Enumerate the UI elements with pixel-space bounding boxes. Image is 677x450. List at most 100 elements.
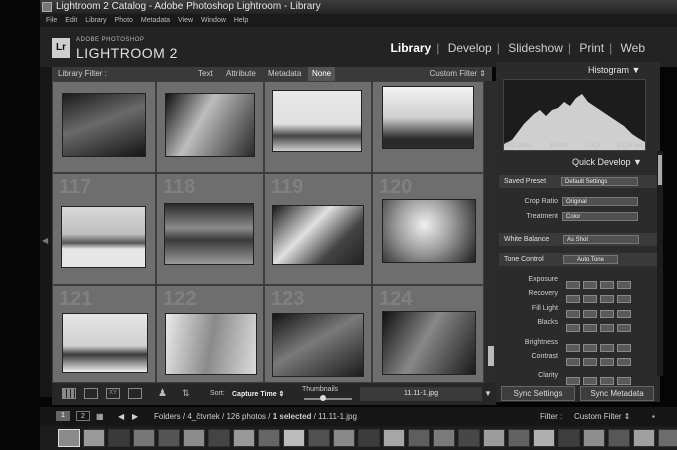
- custom-filter-dropdown[interactable]: Custom Filter ⇕: [430, 67, 487, 81]
- photo-thumbnail[interactable]: [166, 314, 256, 374]
- page-1-button[interactable]: 1: [56, 411, 70, 421]
- filmstrip-thumb[interactable]: [333, 429, 355, 447]
- photo-thumbnail[interactable]: [383, 200, 475, 262]
- grid-view-icon[interactable]: [62, 388, 76, 399]
- sync-settings-button[interactable]: Sync Settings: [501, 386, 575, 401]
- filmstrip-thumb[interactable]: [508, 429, 530, 447]
- thumbnail-size-knob[interactable]: [320, 395, 326, 401]
- photo-thumbnail[interactable]: [63, 94, 145, 156]
- filter-text[interactable]: Text: [198, 67, 213, 81]
- filmstrip-thumb[interactable]: [358, 429, 380, 447]
- grid-cell[interactable]: 122: [156, 285, 264, 383]
- menu-help[interactable]: Help: [234, 17, 248, 24]
- loupe-view-icon[interactable]: [84, 388, 98, 399]
- module-slideshow[interactable]: Slideshow: [508, 41, 563, 55]
- filmstrip-thumb[interactable]: [183, 429, 205, 447]
- grid-scrollbar[interactable]: [484, 81, 496, 383]
- module-develop[interactable]: Develop: [448, 41, 492, 55]
- filmstrip-thumb[interactable]: [608, 429, 630, 447]
- filmstrip-thumb[interactable]: [533, 429, 555, 447]
- menu-library[interactable]: Library: [85, 17, 106, 24]
- filmstrip-thumb[interactable]: [83, 429, 105, 447]
- photo-thumbnail[interactable]: [63, 314, 147, 372]
- photo-thumbnail[interactable]: [273, 91, 361, 151]
- photo-thumbnail[interactable]: [166, 94, 254, 156]
- grid-mode-icon[interactable]: ▦: [96, 407, 104, 426]
- recovery-buttons[interactable]: [566, 290, 634, 303]
- saved-preset-dropdown[interactable]: Default Settings: [561, 177, 638, 186]
- contrast-buttons[interactable]: [566, 353, 634, 366]
- filter-metadata[interactable]: Metadata: [268, 67, 301, 81]
- grid-cell[interactable]: 117: [52, 173, 156, 285]
- menu-window[interactable]: Window: [201, 17, 226, 24]
- photo-thumbnail[interactable]: [165, 204, 253, 264]
- filmstrip-thumb[interactable]: [583, 429, 605, 447]
- crop-ratio-dropdown[interactable]: Original: [562, 197, 638, 206]
- grid-cell[interactable]: [372, 81, 484, 173]
- survey-view-icon[interactable]: [128, 388, 142, 399]
- grid-cell[interactable]: 118: [156, 173, 264, 285]
- filmstrip-thumb[interactable]: [258, 429, 280, 447]
- grid-cell[interactable]: [156, 81, 264, 173]
- filmstrip-filter-dropdown[interactable]: Custom Filter ⇕: [574, 407, 631, 426]
- filmstrip-thumb[interactable]: [408, 429, 430, 447]
- filmstrip-thumb-selected[interactable]: [58, 429, 80, 447]
- expand-left-panel-icon[interactable]: ◀: [42, 236, 48, 245]
- sync-metadata-button[interactable]: Sync Metadata: [580, 386, 654, 401]
- grid-cell[interactable]: 120: [372, 173, 484, 285]
- photo-thumbnail[interactable]: [383, 312, 475, 374]
- filmstrip-thumb[interactable]: [383, 429, 405, 447]
- filmstrip-thumb[interactable]: [458, 429, 480, 447]
- clarity-buttons[interactable]: [566, 372, 634, 385]
- exposure-buttons[interactable]: [566, 276, 634, 289]
- compare-view-icon[interactable]: XY: [106, 388, 120, 399]
- left-panel-collapsed[interactable]: [40, 67, 52, 397]
- treatment-dropdown[interactable]: Color: [562, 212, 638, 221]
- grid-cell[interactable]: 123: [264, 285, 372, 383]
- toolbar-menu-icon[interactable]: ▼: [484, 389, 492, 398]
- grid-cell[interactable]: [52, 81, 156, 173]
- menu-photo[interactable]: Photo: [115, 17, 133, 24]
- filmstrip-thumb[interactable]: [108, 429, 130, 447]
- grid-scroll-thumb[interactable]: [488, 346, 494, 366]
- back-arrow-icon[interactable]: ◀: [118, 407, 124, 426]
- filmstrip-thumb[interactable]: [658, 429, 677, 447]
- filter-none[interactable]: None: [308, 67, 336, 81]
- painter-icon[interactable]: ♟: [158, 388, 172, 399]
- filmstrip-thumb[interactable]: [158, 429, 180, 447]
- filmstrip-thumb[interactable]: [433, 429, 455, 447]
- photo-thumbnail[interactable]: [273, 314, 363, 376]
- filter-attribute[interactable]: Attribute: [226, 67, 256, 81]
- menu-metadata[interactable]: Metadata: [141, 17, 170, 24]
- photo-thumbnail[interactable]: [383, 87, 473, 148]
- quick-develop-header[interactable]: Quick Develop ▼: [572, 157, 642, 167]
- module-web[interactable]: Web: [621, 41, 645, 55]
- grid-cell[interactable]: 121: [52, 285, 156, 383]
- photo-thumbnail[interactable]: [273, 206, 363, 264]
- filmstrip-thumb[interactable]: [483, 429, 505, 447]
- grid-cell[interactable]: [264, 81, 372, 173]
- filmstrip-thumb[interactable]: [283, 429, 305, 447]
- menu-edit[interactable]: Edit: [65, 17, 77, 24]
- right-panel-scroll-thumb[interactable]: [658, 155, 662, 185]
- blacks-buttons[interactable]: [566, 319, 634, 332]
- forward-arrow-icon[interactable]: ▶: [132, 407, 138, 426]
- auto-tone-button[interactable]: Auto Tone: [563, 255, 618, 264]
- filmstrip-thumb[interactable]: [558, 429, 580, 447]
- filmstrip-thumb[interactable]: [308, 429, 330, 447]
- thumbnail-size-slider[interactable]: [304, 398, 352, 400]
- module-library[interactable]: Library: [391, 41, 432, 55]
- filmstrip-thumb[interactable]: [208, 429, 230, 447]
- menu-view[interactable]: View: [178, 17, 193, 24]
- filter-lock-icon[interactable]: ▪: [652, 407, 655, 426]
- histogram-header[interactable]: Histogram ▼: [588, 65, 640, 75]
- brightness-buttons[interactable]: [566, 339, 634, 352]
- menu-file[interactable]: File: [46, 17, 57, 24]
- page-2-button[interactable]: 2: [76, 411, 90, 421]
- fill-light-buttons[interactable]: [566, 305, 634, 318]
- photo-thumbnail[interactable]: [62, 207, 145, 267]
- filmstrip-thumb[interactable]: [633, 429, 655, 447]
- white-balance-dropdown[interactable]: As Shot: [563, 235, 639, 244]
- filmstrip-thumb[interactable]: [133, 429, 155, 447]
- sort-dropdown[interactable]: Capture Time ⇕: [232, 390, 284, 398]
